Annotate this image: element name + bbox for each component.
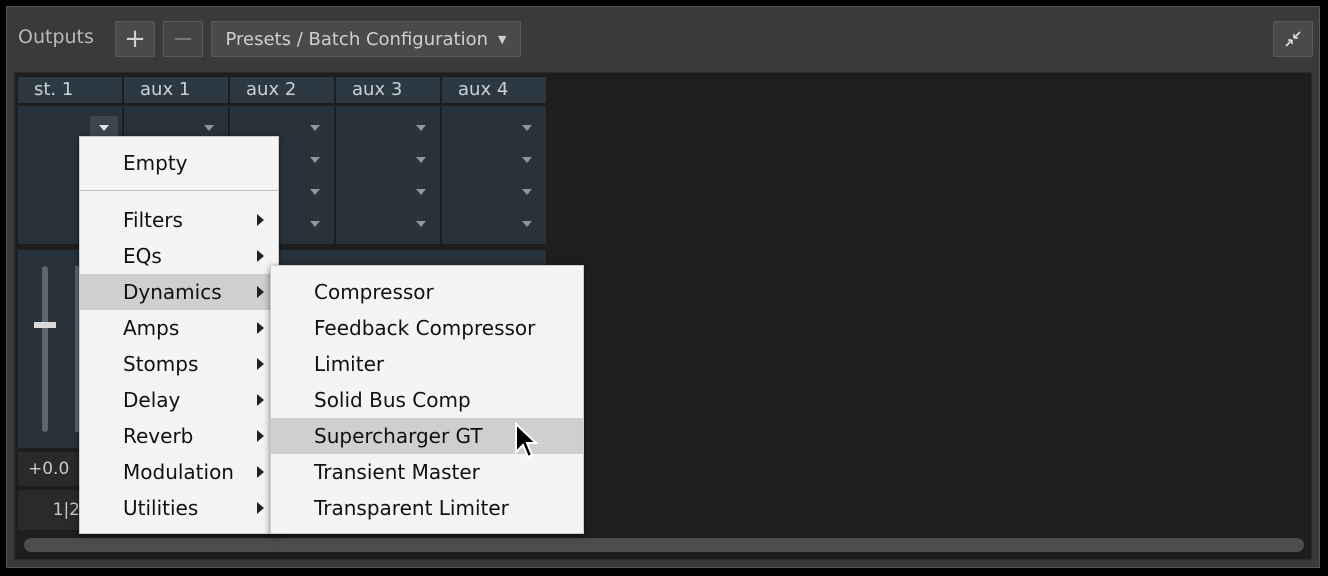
horizontal-scrollbar[interactable] bbox=[24, 538, 1304, 552]
menu-item-label: Empty bbox=[123, 151, 188, 175]
effect-menu: Empty Filters EQs Dynamics Amps Stomps D… bbox=[79, 136, 279, 534]
submenu-arrow-icon bbox=[257, 250, 264, 262]
submenu-arrow-icon bbox=[257, 214, 264, 226]
menu-item-delay[interactable]: Delay bbox=[80, 382, 278, 418]
remove-output-button[interactable]: − bbox=[163, 21, 203, 57]
chevron-down-icon[interactable] bbox=[310, 157, 320, 163]
volume-fader[interactable] bbox=[42, 266, 48, 432]
submenu-arrow-icon bbox=[257, 286, 264, 298]
presets-label: Presets / Batch Configuration bbox=[225, 28, 489, 50]
menu-item-stomps[interactable]: Stomps bbox=[80, 346, 278, 382]
tab-aux4[interactable]: aux 4 bbox=[442, 77, 546, 103]
chevron-down-icon[interactable] bbox=[310, 125, 320, 131]
add-output-button[interactable]: + bbox=[115, 21, 155, 57]
submenu-arrow-icon bbox=[257, 466, 264, 478]
menu-item-label: Stomps bbox=[123, 352, 199, 376]
chevron-down-icon bbox=[99, 125, 109, 131]
menu-item-empty[interactable]: Empty bbox=[80, 145, 278, 181]
menu-item-dynamics[interactable]: Dynamics bbox=[80, 274, 278, 310]
chevron-down-icon[interactable] bbox=[522, 221, 532, 227]
menu-item-modulation[interactable]: Modulation bbox=[80, 454, 278, 490]
collapse-button[interactable] bbox=[1273, 21, 1313, 57]
menu-item-eqs[interactable]: EQs bbox=[80, 238, 278, 274]
submenu-item-solid-bus-comp[interactable]: Solid Bus Comp bbox=[271, 382, 583, 418]
menu-item-label: Reverb bbox=[123, 424, 194, 448]
chevron-down-icon[interactable] bbox=[310, 221, 320, 227]
chevron-down-icon[interactable] bbox=[204, 125, 214, 131]
menu-item-label: Amps bbox=[123, 316, 180, 340]
chevron-down-icon[interactable] bbox=[416, 157, 426, 163]
outputs-title: Outputs bbox=[18, 26, 94, 48]
chevron-down-icon[interactable] bbox=[522, 157, 532, 163]
menu-separator bbox=[80, 190, 278, 191]
mouse-pointer-icon bbox=[515, 422, 539, 459]
tab-aux1[interactable]: aux 1 bbox=[124, 77, 228, 103]
submenu-arrow-icon bbox=[257, 322, 264, 334]
menu-item-label: Delay bbox=[123, 388, 181, 412]
submenu-arrow-icon bbox=[257, 394, 264, 406]
chevron-down-icon[interactable] bbox=[522, 189, 532, 195]
menu-item-utilities[interactable]: Utilities bbox=[80, 490, 278, 526]
chevron-down-icon[interactable] bbox=[416, 189, 426, 195]
menu-item-label: Modulation bbox=[123, 460, 234, 484]
chevron-down-icon[interactable] bbox=[416, 221, 426, 227]
submenu-item-feedback-compressor[interactable]: Feedback Compressor bbox=[271, 310, 583, 346]
tab-aux3[interactable]: aux 3 bbox=[336, 77, 440, 103]
menu-item-label: EQs bbox=[123, 244, 162, 268]
submenu-item-limiter[interactable]: Limiter bbox=[271, 346, 583, 382]
chevron-down-icon: ▼ bbox=[498, 32, 507, 46]
chevron-down-icon[interactable] bbox=[416, 125, 426, 131]
submenu-item-compressor[interactable]: Compressor bbox=[271, 274, 583, 310]
submenu-arrow-icon bbox=[257, 430, 264, 442]
submenu-item-transparent-limiter[interactable]: Transparent Limiter bbox=[271, 490, 583, 526]
submenu-arrow-icon bbox=[257, 358, 264, 370]
presets-dropdown[interactable]: Presets / Batch Configuration ▼ bbox=[211, 21, 521, 57]
submenu-arrow-icon bbox=[257, 502, 264, 514]
volume-fader-knob[interactable] bbox=[34, 322, 56, 328]
collapse-icon bbox=[1285, 31, 1301, 47]
dynamics-submenu: Compressor Feedback Compressor Limiter S… bbox=[270, 265, 584, 534]
menu-item-label: Filters bbox=[123, 208, 183, 232]
chevron-down-icon[interactable] bbox=[310, 189, 320, 195]
menu-item-amps[interactable]: Amps bbox=[80, 310, 278, 346]
tab-aux2[interactable]: aux 2 bbox=[230, 77, 334, 103]
menu-item-filters[interactable]: Filters bbox=[80, 202, 278, 238]
routing-readout[interactable]: 1|2 bbox=[18, 490, 80, 530]
menu-item-reverb[interactable]: Reverb bbox=[80, 418, 278, 454]
chevron-down-icon[interactable] bbox=[522, 125, 532, 131]
tab-st1[interactable]: st. 1 bbox=[18, 77, 122, 103]
volume-readout[interactable]: +0.0 bbox=[18, 452, 88, 486]
menu-item-label: Dynamics bbox=[123, 280, 222, 304]
menu-item-label: Utilities bbox=[123, 496, 199, 520]
